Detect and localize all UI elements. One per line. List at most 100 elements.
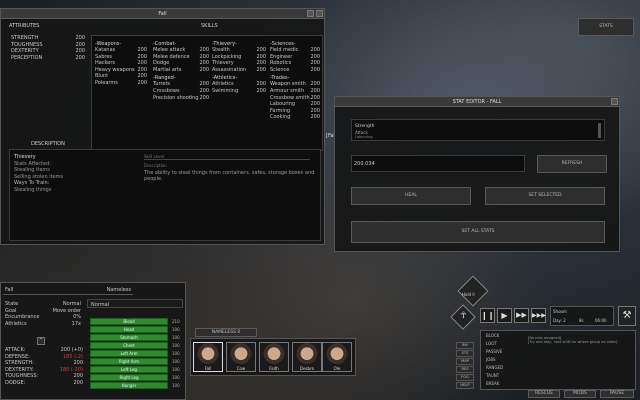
skill-row[interactable]: Labouring 200	[270, 101, 320, 108]
refresh-button[interactable]: REFRESH	[537, 155, 607, 173]
skill-row[interactable]: Field medic 200	[270, 47, 320, 54]
job-loot[interactable]: LOOT	[486, 341, 497, 346]
skill-row[interactable]: Polearms 200	[95, 80, 147, 87]
mods-button[interactable]: MODS	[564, 390, 596, 398]
skill-row[interactable]: Dodge 200	[153, 60, 209, 67]
skill-row[interactable]: Hackers 200	[95, 60, 147, 67]
combat-stat-row: DEXTERITY: 180 (-20)	[5, 366, 83, 373]
speed-controls: ❙❙ ▶ ▶▶ ▶▶▶	[480, 308, 546, 324]
squad-tab[interactable]: NAMELESS 0	[195, 328, 257, 337]
minimize-icon[interactable]	[307, 10, 314, 17]
skill-row[interactable]: Armour smith 200	[270, 88, 320, 95]
squad-member-name: Faith	[269, 366, 279, 371]
job-block[interactable]: BLOCK	[486, 333, 499, 338]
skill-row[interactable]: Blunt 200	[95, 73, 147, 80]
skills-header: SKILLS	[201, 23, 218, 29]
skill-row[interactable]: Athletics 200	[212, 81, 266, 88]
skill-row[interactable]: Katanas 200	[95, 47, 147, 54]
combat-stat-row: ATTACK: 200 (+0)	[5, 347, 83, 353]
stat-editor-window: STAT EDITOR - FALL Strength Attack Labou…	[334, 96, 620, 252]
collapse-arrow-icon[interactable]: ^	[37, 337, 45, 345]
description-lines: Stats Affected: Stealing items Selling s…	[14, 161, 64, 193]
faction-name[interactable]: Nameless	[107, 287, 131, 293]
skill-row[interactable]: Melee attack 200	[153, 47, 209, 54]
job-jobs[interactable]: JOBS	[486, 357, 496, 362]
skill-row[interactable]: Crossbow smith 200	[270, 95, 320, 102]
stat-list-item[interactable]: Strength	[355, 124, 374, 129]
skill-row[interactable]: Stealth 200	[212, 47, 266, 54]
health-bar-hunger: Hunger	[90, 382, 168, 389]
close-icon[interactable]	[611, 98, 618, 105]
rescue-button[interactable]: RESCUE	[528, 390, 560, 398]
close-icon[interactable]	[316, 10, 323, 17]
skill-row[interactable]: Martial arts 200	[153, 67, 209, 74]
fog-button[interactable]: FOG	[456, 374, 474, 381]
build-button[interactable]: ⚒	[618, 306, 636, 326]
skills-panel: -Weapons- Katanas 200 Sabres 200 Hackers 20…	[91, 35, 323, 151]
skill-row[interactable]: Turrets 200	[153, 81, 209, 88]
stat-editor-titlebar[interactable]: STAT EDITOR - FALL	[335, 97, 619, 107]
squad-member-name: Cow	[236, 366, 246, 371]
attribute-row[interactable]: PERCEPTION 200	[11, 55, 85, 62]
status-name-bar: Fall Nameless	[3, 285, 133, 295]
skill-column-combat: -Combat- Melee attack 200 Melee defence 20…	[153, 39, 209, 101]
status-rows: State Normal Goal Move order Encumbrance 0%…	[5, 301, 81, 327]
skill-row[interactable]: Engineer 200	[270, 54, 320, 61]
skill-row[interactable]: Lockpicking 200	[212, 54, 266, 61]
stat-list-item[interactable]: Labouring	[355, 135, 373, 139]
combat-stat-row: DODGE: 200	[5, 379, 83, 386]
skill-row[interactable]: Melee defence 200	[153, 54, 209, 61]
job-break[interactable]: BREAK	[486, 381, 499, 386]
skill-row[interactable]: Heavy weapons 200	[95, 67, 147, 74]
set-selected-button[interactable]: SET SELECTED	[485, 187, 605, 205]
skill-row[interactable]: Assassination 200	[212, 67, 266, 74]
fast-forward-button[interactable]: ▶▶	[514, 308, 529, 323]
attribute-row[interactable]: TOUGHNESS 200	[11, 42, 85, 49]
scrollbar[interactable]	[598, 123, 601, 138]
skill-row[interactable]: Sabres 200	[95, 54, 147, 61]
health-value: 100	[172, 351, 180, 356]
set-all-stats-button[interactable]: SET ALL STATS	[351, 221, 605, 243]
health-value: 210	[172, 319, 180, 324]
stat-value-field[interactable]: 200.034	[351, 155, 525, 172]
skill-row[interactable]: Thievery 200	[212, 60, 266, 67]
stat-list[interactable]: Strength Attack Labouring	[351, 119, 605, 141]
skill-row[interactable]: Crossbows 200	[153, 88, 209, 95]
stats-side-button[interactable]: STS	[456, 350, 474, 357]
pause-button[interactable]: ❙❙	[480, 308, 495, 323]
stats-button[interactable]: STATS	[578, 18, 634, 36]
attribute-row[interactable]: DEXTERITY 200	[11, 48, 85, 55]
stat-editor-title: STAT EDITOR - FALL	[452, 99, 502, 105]
health-value: 100	[172, 359, 180, 364]
health-bar-blood: Blood	[90, 318, 168, 325]
research-button[interactable]: RES	[456, 366, 474, 373]
job-ranged[interactable]: RANGED	[486, 365, 503, 370]
status-row: Goal Move order	[5, 307, 81, 314]
map-button[interactable]: MAP	[456, 358, 474, 365]
health-value: 100	[172, 335, 180, 340]
skill-row[interactable]: Weapon smith 200	[270, 81, 320, 88]
play-button[interactable]: ▶	[497, 308, 512, 323]
squad-member-name: Fall	[204, 366, 212, 371]
skill-column-thievery: -Thievery- Stealth 200 Lockpicking 200 Thi…	[212, 39, 266, 95]
description-header: DESCRIPTION	[31, 141, 65, 147]
job-passive[interactable]: PASSIVE	[486, 349, 502, 354]
skill-row[interactable]: Science 200	[270, 67, 320, 74]
skill-row[interactable]: Robotics 200	[270, 60, 320, 67]
pause-tab-button[interactable]: PAUSE	[600, 390, 634, 398]
character-name: Fall	[5, 287, 14, 293]
character-window: Fall ATTRIBUTES SKILLS STRENGTH 200 TOUGH…	[0, 8, 325, 245]
character-window-titlebar[interactable]: Fall	[1, 9, 324, 19]
help-button[interactable]: HELP	[456, 382, 474, 389]
skill-row[interactable]: Cooking 200	[270, 114, 320, 121]
skill-row[interactable]: Precision shooting 200	[153, 95, 209, 102]
attribute-row[interactable]: STRENGTH 200	[11, 35, 85, 42]
skill-row[interactable]: Swimming 200	[212, 88, 266, 95]
combat-stats: ATTACK: 200 (+0) DEFENSE: 185 (-2) STRENGT…	[5, 347, 83, 387]
fastest-button[interactable]: ▶▶▶	[531, 308, 546, 323]
job-taunt[interactable]: TAUNT	[486, 373, 499, 378]
inventory-button[interactable]: INV	[456, 342, 474, 349]
skill-column-sciences: -Sciences- Field medic 200 Engineer 200 Ro…	[270, 39, 320, 121]
heal-button[interactable]: HEAL	[351, 187, 471, 205]
skill-row[interactable]: Farming 200	[270, 108, 320, 115]
